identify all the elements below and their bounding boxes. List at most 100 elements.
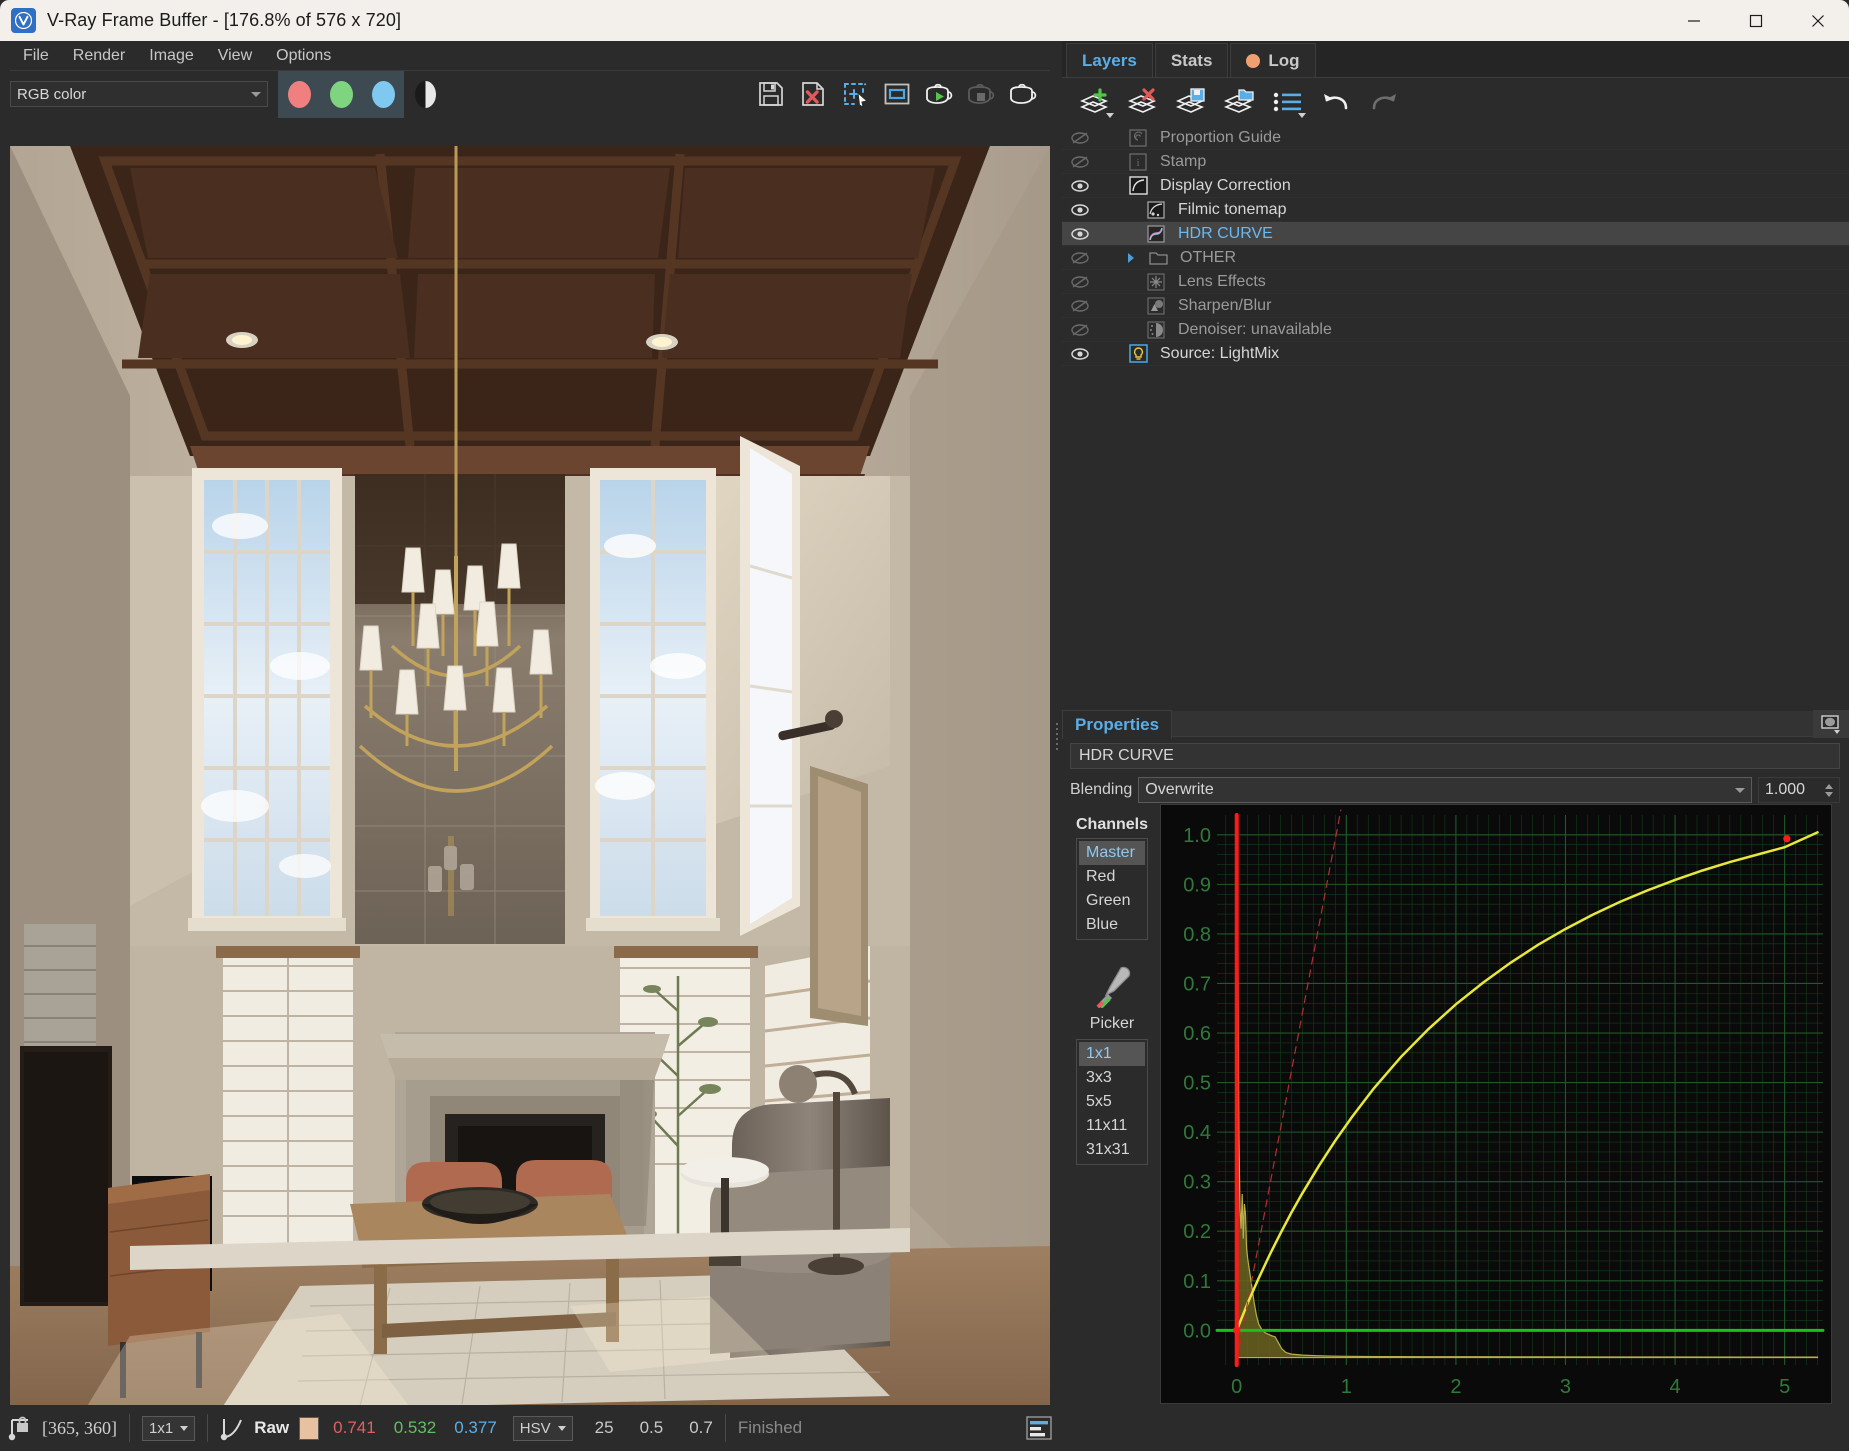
visibility-toggle[interactable]	[1062, 275, 1098, 289]
load-layers-button[interactable]	[1218, 81, 1262, 123]
mask-preview-icon	[1821, 715, 1840, 734]
log-panel-icon[interactable]	[1026, 1416, 1052, 1440]
layer-row-display-correction[interactable]: Display Correction	[1062, 174, 1849, 198]
layer-row-denoiser[interactable]: Denoiser: unavailable	[1062, 318, 1849, 342]
maximize-button[interactable]	[1725, 0, 1787, 41]
close-button[interactable]	[1787, 0, 1849, 41]
visibility-toggle[interactable]	[1062, 155, 1098, 169]
layer-label: Stamp	[1160, 152, 1207, 170]
visibility-toggle[interactable]	[1062, 347, 1098, 361]
colorspace-dropdown[interactable]: HSV	[512, 1415, 573, 1441]
save-layers-button[interactable]	[1170, 81, 1214, 123]
visibility-toggle[interactable]	[1062, 179, 1098, 193]
layer-row-other[interactable]: OTHER	[1062, 246, 1849, 270]
chevron-down-icon	[180, 1425, 189, 1431]
visibility-toggle[interactable]	[1062, 251, 1098, 265]
picker-size-5x5[interactable]: 5x5	[1079, 1090, 1145, 1114]
picker-size-1x1[interactable]: 1x1	[1079, 1042, 1145, 1066]
tab-layers[interactable]: Layers	[1066, 43, 1153, 77]
picker-size-11x11[interactable]: 11x11	[1079, 1114, 1145, 1138]
eye-off-icon	[1071, 155, 1089, 168]
sample-size-dropdown[interactable]: 1x1	[142, 1415, 196, 1441]
blue-channel-button[interactable]	[362, 70, 404, 118]
spinner-arrows-icon[interactable]	[1825, 783, 1833, 797]
display-correction-icon	[1124, 176, 1152, 195]
eye-off-icon	[1071, 131, 1089, 144]
layer-row-proportion-guide[interactable]: Proportion Guide	[1062, 126, 1849, 150]
hdr-curve-editor[interactable]: 0.0 0.1 0.2 0.3 0.4 0.5 0.6 0.7 0.8 0.9 1.0 0 1 2 3 4 5	[1160, 804, 1832, 1404]
menu-image[interactable]: Image	[138, 44, 204, 68]
red-channel-button[interactable]	[278, 70, 320, 118]
save-image-button[interactable]	[750, 71, 792, 118]
visibility-toggle[interactable]	[1062, 299, 1098, 313]
channel-item-red[interactable]: Red	[1079, 865, 1145, 889]
layer-row-stamp[interactable]: i Stamp	[1062, 150, 1849, 174]
menu-view[interactable]: View	[207, 44, 263, 68]
menu-render[interactable]: Render	[62, 44, 136, 68]
undo-button[interactable]	[1314, 81, 1358, 123]
eye-off-icon	[1071, 251, 1089, 264]
clear-image-button[interactable]	[792, 71, 834, 118]
channel-item-blue[interactable]: Blue	[1079, 913, 1145, 937]
undo-icon	[1324, 94, 1348, 110]
properties-tab[interactable]: Properties	[1062, 709, 1173, 739]
opacity-value: 1.000	[1765, 781, 1806, 798]
redo-button[interactable]	[1362, 81, 1406, 123]
tab-stats[interactable]: Stats	[1154, 43, 1229, 77]
region-select-button[interactable]	[834, 71, 876, 118]
hue-value: 25	[594, 1418, 614, 1437]
layer-list[interactable]: Proportion Guide i Stamp Display Correct…	[1062, 126, 1849, 576]
picker-size-list[interactable]: 1x1 3x3 5x5 11x11 31x31	[1076, 1039, 1148, 1165]
channel-item-master[interactable]: Master	[1079, 841, 1145, 865]
stop-render-button[interactable]	[960, 71, 1002, 118]
alpha-channel-button[interactable]	[404, 71, 446, 118]
panel-tabs: Layers Stats Log	[1062, 41, 1849, 78]
picker-size-31x31[interactable]: 31x31	[1079, 1138, 1145, 1162]
visibility-toggle[interactable]	[1062, 227, 1098, 241]
menu-file[interactable]: File	[12, 44, 60, 68]
curve-control-point-1[interactable]	[1783, 835, 1791, 843]
blending-mode-value: Overwrite	[1145, 781, 1214, 798]
visibility-toggle[interactable]	[1062, 323, 1098, 337]
layer-presets-button[interactable]	[1266, 81, 1310, 123]
pane-splitter-left[interactable]	[1053, 720, 1061, 760]
tab-layers-label: Layers	[1082, 50, 1137, 70]
blending-mode-dropdown[interactable]: Overwrite	[1138, 777, 1752, 803]
layer-row-hdr-curve[interactable]: HDR CURVE	[1062, 222, 1849, 246]
curve-canvas[interactable]: 0.0 0.1 0.2 0.3 0.4 0.5 0.6 0.7 0.8 0.9 1.0 0 1 2 3 4 5	[1161, 805, 1831, 1403]
layer-row-filmic-tonemap[interactable]: Filmic tonemap	[1062, 198, 1849, 222]
x-tick-label: 5	[1779, 1376, 1790, 1398]
mask-preview-button[interactable]	[1813, 710, 1849, 738]
visibility-toggle[interactable]	[1062, 203, 1098, 217]
viewport-render-button[interactable]	[876, 71, 918, 118]
menu-options[interactable]: Options	[265, 44, 342, 68]
delete-layer-button[interactable]	[1122, 81, 1166, 123]
channel-select-dropdown[interactable]: RGB color	[10, 81, 268, 107]
layer-row-sharpen-blur[interactable]: Sharpen/Blur	[1062, 294, 1849, 318]
pixel-lock-icon[interactable]	[8, 1415, 32, 1441]
viewport-render-icon	[884, 83, 910, 105]
layer-row-source-lightmix[interactable]: Source: LightMix	[1062, 342, 1849, 366]
render-button[interactable]	[918, 71, 960, 118]
interior-living-room-render	[10, 146, 1050, 1434]
channels-list[interactable]: Master Red Green Blue	[1076, 838, 1148, 940]
eye-icon	[1071, 347, 1089, 360]
picker-size-3x3[interactable]: 3x3	[1079, 1066, 1145, 1090]
curve-icon[interactable]	[220, 1415, 244, 1441]
properties-splitter[interactable]	[1062, 701, 1849, 714]
green-channel-button[interactable]	[320, 70, 362, 118]
layer-name-field[interactable]: HDR CURVE	[1070, 743, 1840, 769]
layer-row-lens-effects[interactable]: Lens Effects	[1062, 270, 1849, 294]
opacity-spinner[interactable]: 1.000	[1758, 777, 1840, 803]
expand-group-icon[interactable]	[1118, 252, 1144, 264]
channel-item-green[interactable]: Green	[1079, 889, 1145, 913]
visibility-toggle[interactable]	[1062, 131, 1098, 145]
tab-log[interactable]: Log	[1230, 43, 1316, 77]
proportion-guide-icon	[1124, 128, 1152, 147]
red-channel-icon	[287, 80, 311, 108]
render-last-button[interactable]	[1002, 71, 1044, 118]
curve-control-point-0[interactable]	[1233, 1326, 1241, 1334]
minimize-button[interactable]	[1663, 0, 1725, 41]
add-layer-button[interactable]	[1074, 81, 1118, 123]
render-image-frame[interactable]	[10, 146, 1050, 1434]
